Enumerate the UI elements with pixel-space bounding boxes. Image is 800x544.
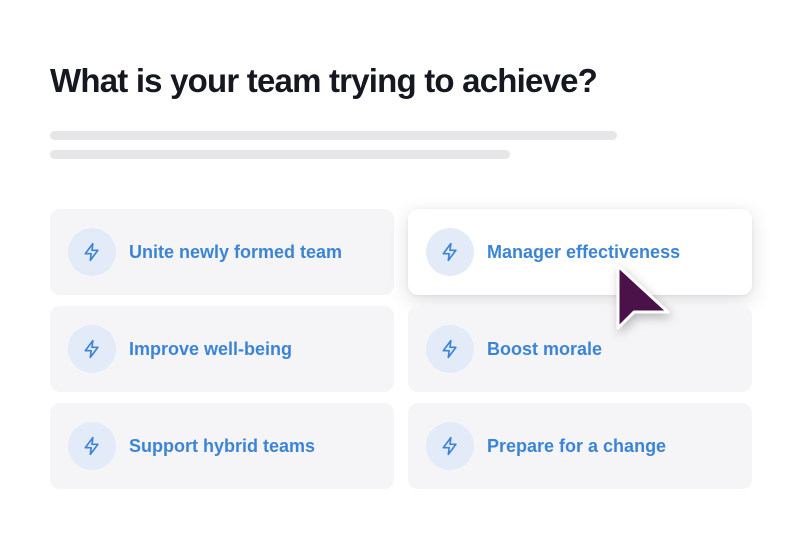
lightning-bolt-icon xyxy=(68,228,116,276)
option-card-manager-effectiveness[interactable]: Manager effectiveness xyxy=(408,209,752,295)
option-card-prepare-for-a-change[interactable]: Prepare for a change xyxy=(408,403,752,489)
option-card-support-hybrid-teams[interactable]: Support hybrid teams xyxy=(50,403,394,489)
lightning-bolt-icon xyxy=(68,325,116,373)
option-card-unite-newly-formed-team[interactable]: Unite newly formed team xyxy=(50,209,394,295)
option-card-boost-morale[interactable]: Boost morale xyxy=(408,306,752,392)
option-label: Manager effectiveness xyxy=(487,241,681,262)
mouse-pointer-icon xyxy=(616,264,670,330)
option-label: Boost morale xyxy=(487,338,603,359)
placeholder-text-line xyxy=(50,150,510,159)
option-card-improve-well-being[interactable]: Improve well-being xyxy=(50,306,394,392)
option-label: Unite newly formed team xyxy=(129,241,343,262)
goal-selection-page: What is your team trying to achieve? Uni… xyxy=(0,0,800,544)
page-title: What is your team trying to achieve? xyxy=(50,62,598,99)
option-label: Improve well-being xyxy=(129,338,293,359)
option-label: Support hybrid teams xyxy=(129,435,316,456)
placeholder-text-line xyxy=(50,131,617,140)
lightning-bolt-icon xyxy=(426,228,474,276)
lightning-bolt-icon xyxy=(426,325,474,373)
lightning-bolt-icon xyxy=(68,422,116,470)
lightning-bolt-icon xyxy=(426,422,474,470)
option-label: Prepare for a change xyxy=(487,435,667,456)
